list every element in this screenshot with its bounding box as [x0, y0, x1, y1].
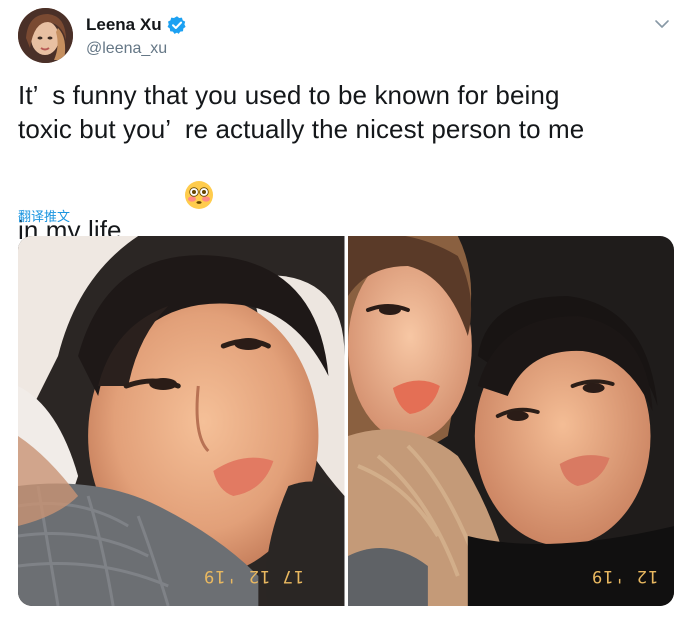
media-grid: 17 12 '19 12 '19 — [18, 236, 674, 606]
flushed-face-emoji-icon — [126, 146, 214, 209]
translate-tweet-link[interactable]: 翻译推文 — [18, 206, 70, 225]
tweet-text-line: It’ s funny that you used to be known fo… — [18, 80, 560, 110]
tweet-text: It’ s funny that you used to be known fo… — [18, 78, 673, 247]
tweet-text-line: in my life — [18, 146, 673, 247]
avatar[interactable] — [18, 8, 73, 63]
chevron-down-icon[interactable] — [654, 16, 670, 32]
tweet-card: Leena Xu @leena_xu It’ s funny that you … — [0, 0, 690, 625]
photo-1[interactable]: 17 12 '19 — [18, 236, 345, 606]
date-stamp: 12 '19 — [590, 566, 658, 586]
user-handle[interactable]: @leena_xu — [86, 40, 187, 58]
tweet-text-line: toxic but you’ re actually the nicest pe… — [18, 114, 585, 144]
name-row: Leena Xu — [86, 14, 187, 36]
photo-2[interactable]: 12 '19 — [347, 236, 674, 606]
verified-badge-icon — [167, 15, 187, 35]
display-name[interactable]: Leena Xu — [86, 15, 162, 35]
date-stamp: 17 12 '19 — [203, 566, 305, 586]
user-info: Leena Xu @leena_xu — [86, 14, 187, 58]
